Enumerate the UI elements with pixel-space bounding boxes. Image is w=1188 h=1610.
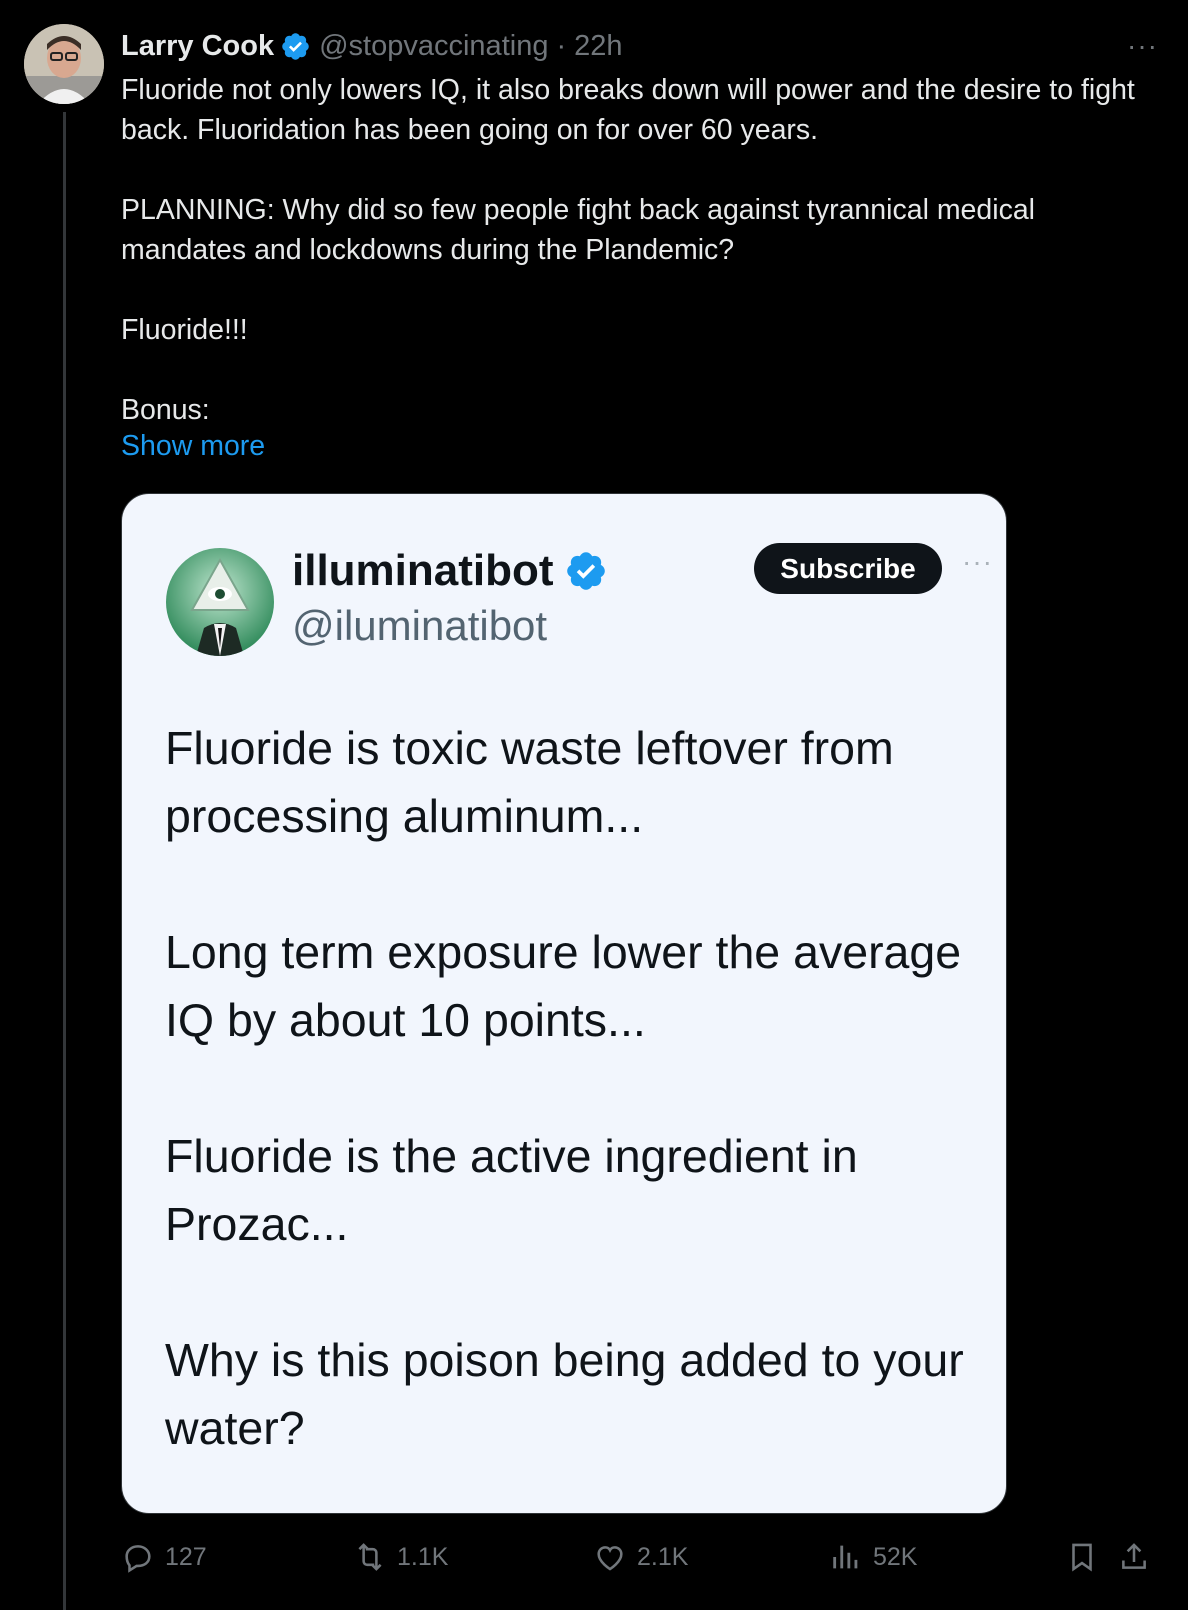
post-text: Fluoride not only lowers IQ, it also bre…	[121, 70, 1161, 430]
reply-count: 127	[165, 1542, 207, 1571]
views-chart-icon	[833, 1545, 858, 1569]
quoted-image-card[interactable]: illuminatibot @iluminatibot Subscribe ··…	[121, 493, 1007, 1514]
author-handle[interactable]: @stopvaccinating	[319, 30, 548, 63]
repost-icon	[358, 1543, 382, 1571]
quote-paragraph: Fluoride is toxic waste leftover from pr…	[165, 722, 894, 842]
quote-author-handle: @iluminatibot	[292, 602, 548, 649]
quote-author-row: illuminatibot	[292, 546, 608, 596]
like-button[interactable]: 2.1K	[593, 1540, 688, 1574]
quote-verified-badge-icon	[566, 552, 605, 590]
post-paragraph: PLANNING: Why did so few people fight ba…	[121, 194, 1043, 266]
subscribe-button: Subscribe	[754, 543, 942, 594]
more-options-icon[interactable]: ···	[1127, 30, 1158, 62]
quote-text: Fluoride is toxic waste leftover from pr…	[165, 714, 975, 1513]
thread-line	[63, 112, 66, 1610]
share-button[interactable]	[1117, 1540, 1161, 1574]
repost-count: 1.1K	[397, 1542, 449, 1571]
verified-badge-icon	[282, 32, 309, 60]
quote-paragraph: Long term exposure lower the average IQ …	[165, 926, 962, 1046]
bookmark-icon	[1072, 1543, 1092, 1572]
quote-paragraph: Why is this poison being added to your w…	[165, 1334, 964, 1454]
reply-button[interactable]: 127	[121, 1540, 207, 1574]
bookmark-button[interactable]	[1065, 1540, 1109, 1574]
post-paragraph: Bonus:	[121, 394, 210, 426]
post-header: Larry Cook @stopvaccinating · 22h	[121, 26, 1164, 66]
quote-author-name: illuminatibot	[292, 546, 554, 595]
views-button[interactable]: 52K	[829, 1540, 917, 1574]
repost-button[interactable]: 1.1K	[353, 1540, 448, 1574]
reply-icon	[125, 1545, 151, 1573]
action-bar: 127 1.1K 2.1K 52K	[121, 1540, 1168, 1584]
post-time[interactable]: 22h	[574, 30, 622, 63]
post-paragraph: Fluoride!!!	[121, 314, 248, 346]
share-icon	[1122, 1543, 1146, 1569]
separator: ·	[556, 29, 567, 62]
views-count: 52K	[873, 1542, 918, 1571]
quote-paragraph: Fluoride is the active ingredient in Pro…	[165, 1130, 858, 1250]
author-avatar[interactable]	[24, 24, 104, 104]
quote-avatar	[166, 548, 274, 656]
like-count: 2.1K	[637, 1542, 689, 1571]
post-paragraph: Fluoride not only lowers IQ, it also bre…	[121, 74, 1143, 146]
author-name[interactable]: Larry Cook	[121, 30, 274, 63]
show-more-link[interactable]: Show more	[121, 430, 265, 463]
heart-icon	[597, 1546, 623, 1571]
quote-more-icon: ···	[962, 546, 993, 577]
